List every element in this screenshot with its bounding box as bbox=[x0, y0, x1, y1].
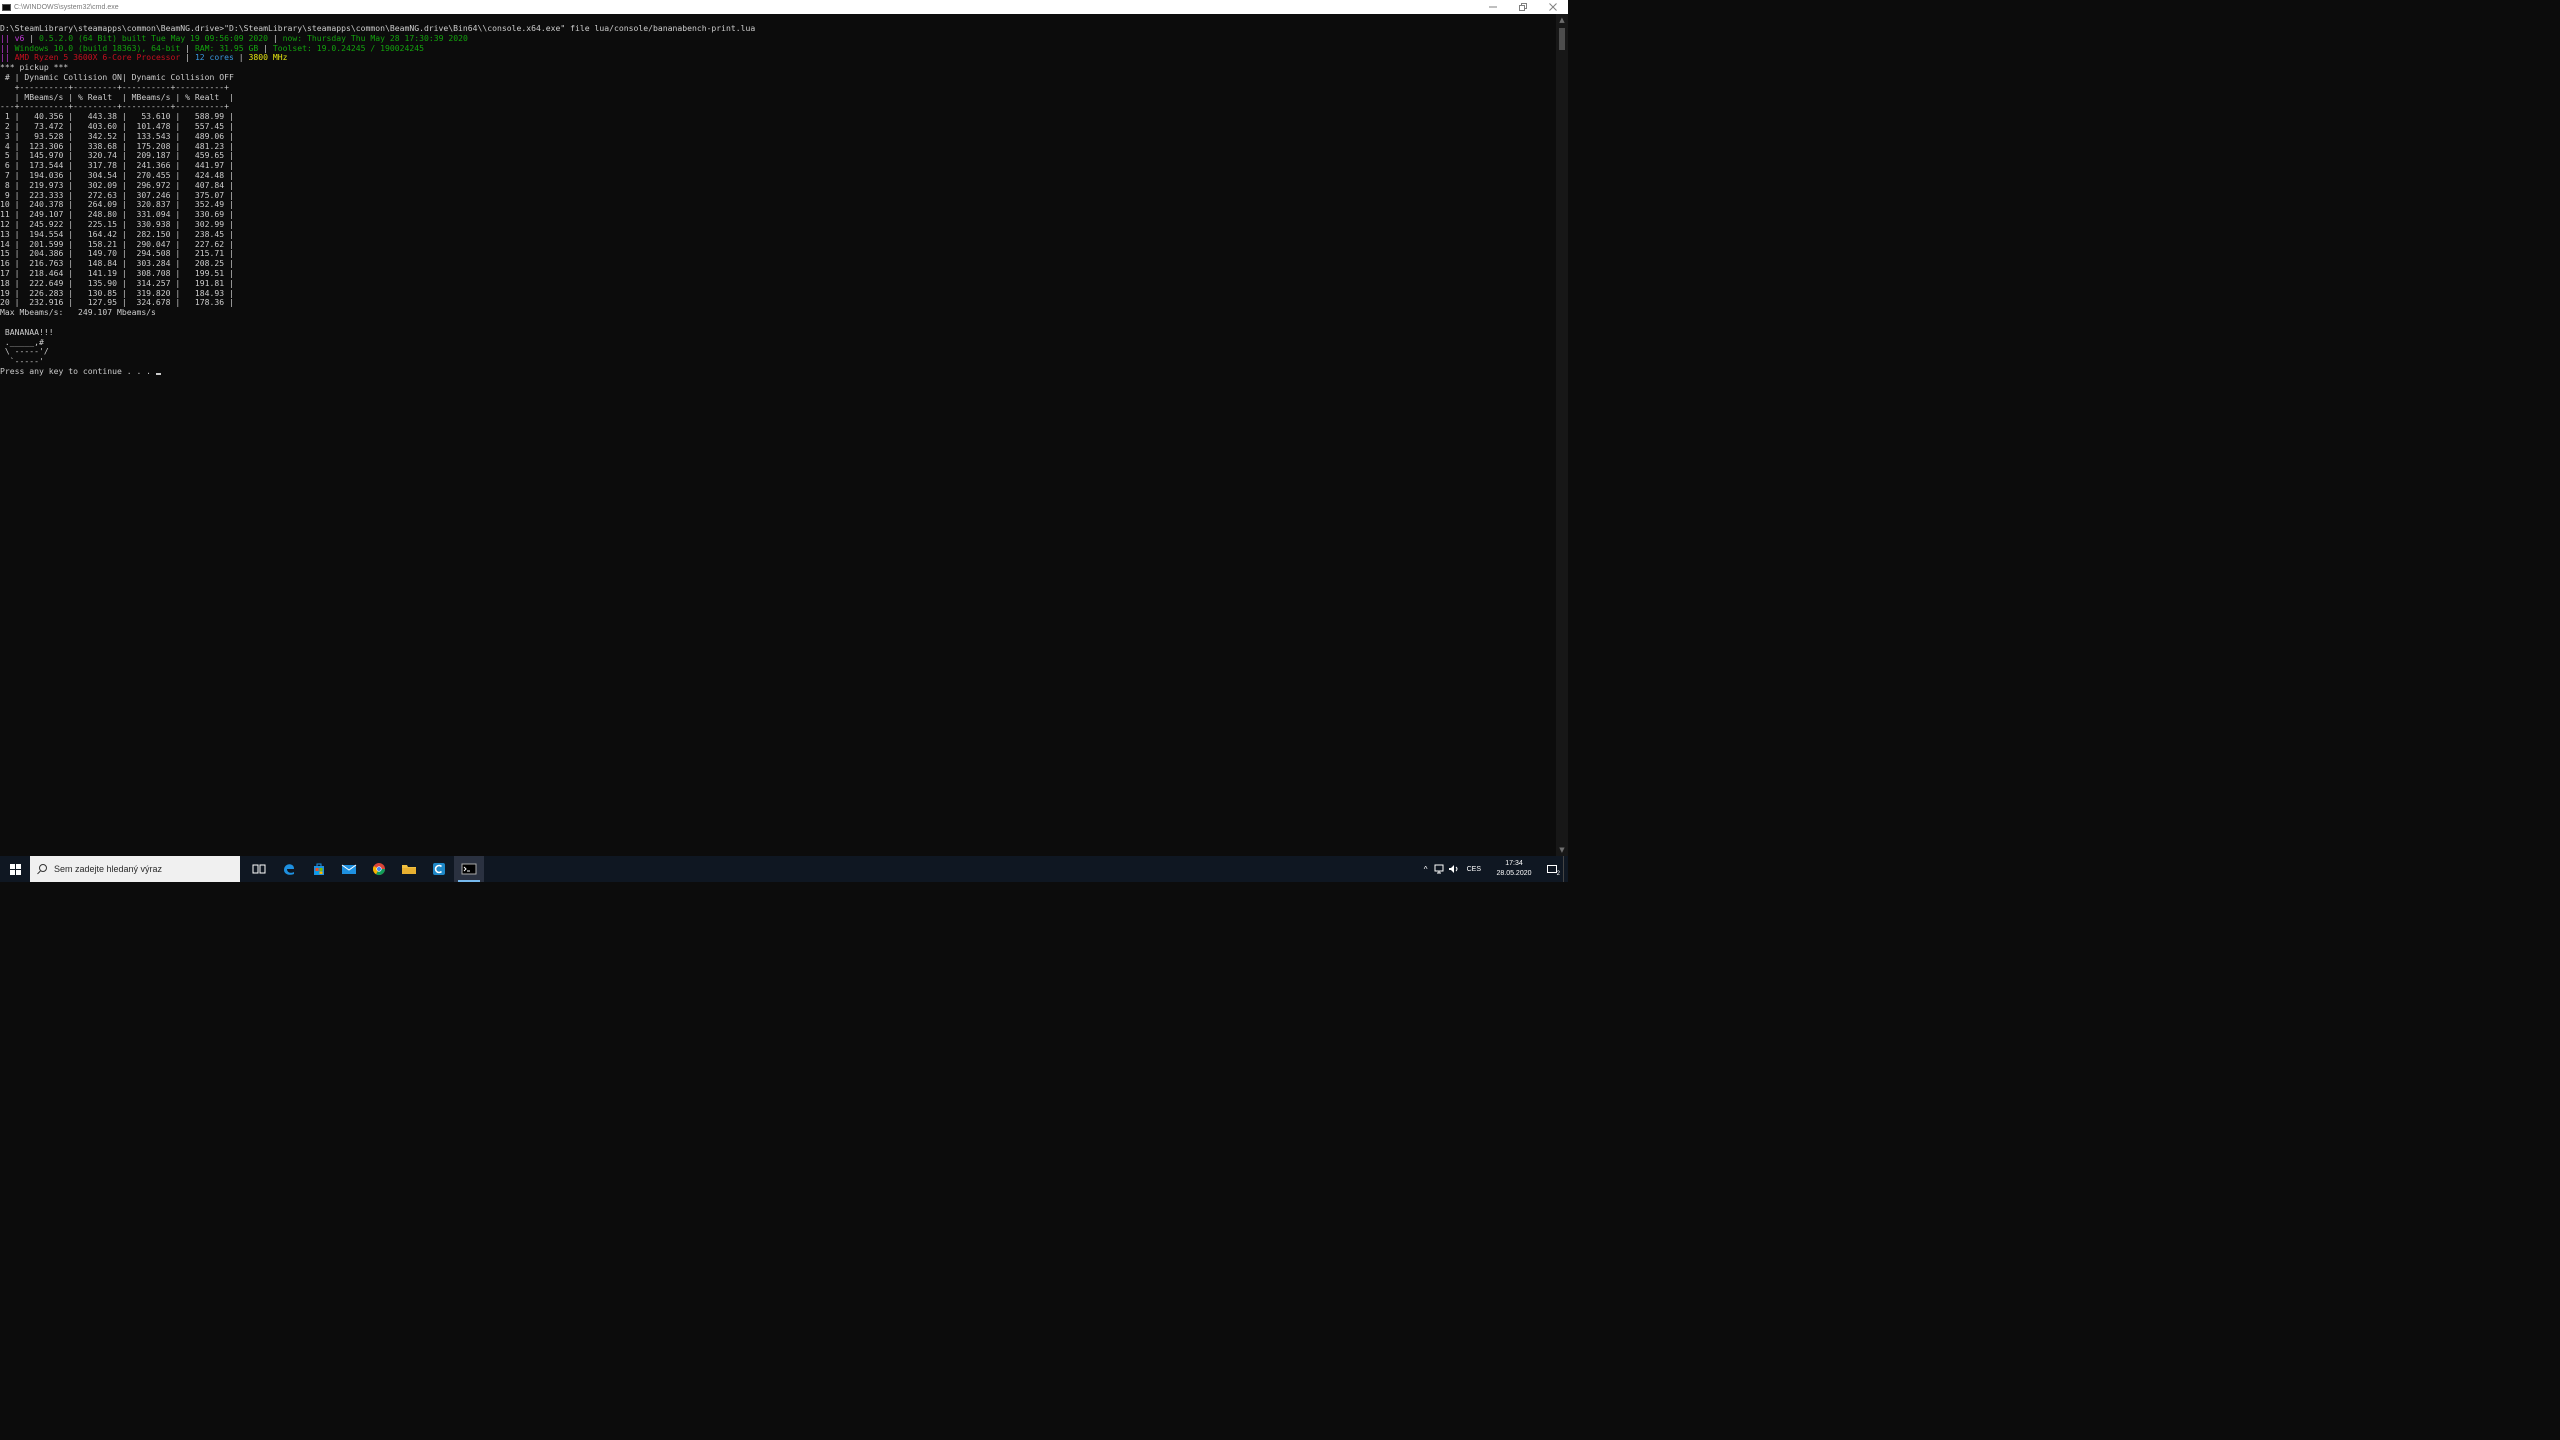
search-placeholder: Sem zadejte hledaný výraz bbox=[54, 864, 163, 874]
close-icon bbox=[1549, 3, 1557, 11]
taskbar-mail[interactable] bbox=[334, 856, 364, 882]
windows-logo-icon bbox=[9, 863, 21, 875]
show-desktop-button[interactable] bbox=[1563, 856, 1568, 882]
window-title: C:\WINDOWS\system32\cmd.exe bbox=[14, 3, 119, 11]
console-output[interactable]: D:\SteamLibrary\steamapps\common\BeamNG.… bbox=[0, 14, 1556, 856]
edge-icon bbox=[284, 864, 294, 875]
mail-icon bbox=[341, 864, 357, 874]
scroll-thumb[interactable] bbox=[1559, 28, 1565, 50]
volume-icon[interactable] bbox=[1447, 856, 1461, 882]
store-icon bbox=[314, 863, 324, 875]
text-cursor bbox=[155, 372, 161, 375]
input-language[interactable]: CES bbox=[1461, 866, 1487, 873]
taskbar-search-box[interactable]: Sem zadejte hledaný výraz bbox=[30, 856, 240, 882]
continue-prompt: Press any key to continue . . . bbox=[0, 365, 156, 376]
clock[interactable]: 17:34 28.05.2020 bbox=[1487, 859, 1541, 879]
chrome-icon bbox=[372, 863, 385, 876]
scroll-up-icon[interactable]: ▲ bbox=[1556, 14, 1568, 26]
banana-ascii-art: BANANAA!!! ._____,# \ -----'/ `-----' bbox=[4, 326, 54, 367]
build-info: 0.5.2.0 (64 Bit) built Tue May 19 09:56:… bbox=[39, 32, 269, 43]
toolset-info: Toolset: 19.0.24245 / 190024245 bbox=[272, 42, 424, 53]
restore-icon bbox=[1519, 3, 1527, 11]
version-tag: v6 bbox=[14, 32, 25, 43]
task-view-button[interactable] bbox=[244, 856, 274, 882]
info-line-version: || v6 | 0.5.2.0 (64 Bit) built Tue May 1… bbox=[0, 32, 468, 43]
search-icon bbox=[36, 863, 48, 875]
info-line-cpu: || AMD Ryzen 5 3600X 6-Core Processor | … bbox=[0, 52, 288, 63]
task-view-icon bbox=[252, 864, 266, 874]
action-center-button[interactable]: 2 bbox=[1541, 856, 1563, 882]
info-line-system: || Windows 10.0 (build 18363), 64-bit | … bbox=[0, 42, 424, 53]
cores-info: 12 cores bbox=[194, 52, 234, 63]
taskbar-edge[interactable] bbox=[274, 856, 304, 882]
console-text: D:\SteamLibrary\steamapps\common\BeamNG.… bbox=[0, 23, 756, 377]
clock-date: 28.05.2020 bbox=[1496, 870, 1532, 877]
clock-time: 17:34 bbox=[1505, 860, 1523, 867]
cpu-info: AMD Ryzen 5 3600X 6-Core Processor bbox=[14, 52, 181, 63]
command-line: D:\SteamLibrary\steamapps\common\BeamNG.… bbox=[0, 23, 756, 33]
taskbar-ccleaner[interactable] bbox=[424, 856, 454, 882]
benchmark-table: *** pickup *** # | Dynamic Collision ON|… bbox=[0, 62, 234, 308]
max-mbeams-line: Max Mbeams/s: 249.107 Mbeams/s bbox=[0, 307, 156, 318]
notification-icon bbox=[1547, 865, 1557, 873]
folder-icon bbox=[402, 865, 416, 874]
show-hidden-icons-icon[interactable]: ^ bbox=[1419, 856, 1433, 882]
taskbar-chrome[interactable] bbox=[364, 856, 394, 882]
ram-info: RAM: 31.95 GB bbox=[194, 42, 259, 53]
cmd-app-icon bbox=[2, 3, 11, 11]
taskbar-store[interactable] bbox=[304, 856, 334, 882]
vertical-scrollbar[interactable]: ▲ ▼ bbox=[1556, 14, 1568, 856]
now-info: now: Thursday Thu May 28 17:30:39 2020 bbox=[282, 32, 468, 43]
system-tray: ^ CES 17:34 28.05.2020 2 bbox=[1419, 856, 1568, 882]
cmd-icon bbox=[461, 863, 477, 875]
minimize-button[interactable] bbox=[1478, 0, 1508, 14]
taskbar: Sem zadejte hledaný výraz ^ CES 17:34 28… bbox=[0, 856, 1568, 882]
scroll-down-icon[interactable]: ▼ bbox=[1556, 844, 1568, 856]
minimize-icon bbox=[1489, 6, 1497, 8]
restore-button[interactable] bbox=[1508, 0, 1538, 14]
taskbar-cmd[interactable] bbox=[454, 856, 484, 882]
taskbar-file-explorer[interactable] bbox=[394, 856, 424, 882]
title-bar[interactable]: C:\WINDOWS\system32\cmd.exe bbox=[0, 0, 1568, 14]
mhz-info: 3800 MHz bbox=[248, 52, 288, 63]
network-icon[interactable] bbox=[1433, 856, 1447, 882]
close-button[interactable] bbox=[1538, 0, 1568, 14]
ccleaner-icon bbox=[433, 863, 445, 875]
notification-count: 2 bbox=[1556, 871, 1560, 877]
start-button[interactable] bbox=[0, 856, 30, 882]
os-info: Windows 10.0 (build 18363), 64-bit bbox=[14, 42, 181, 53]
